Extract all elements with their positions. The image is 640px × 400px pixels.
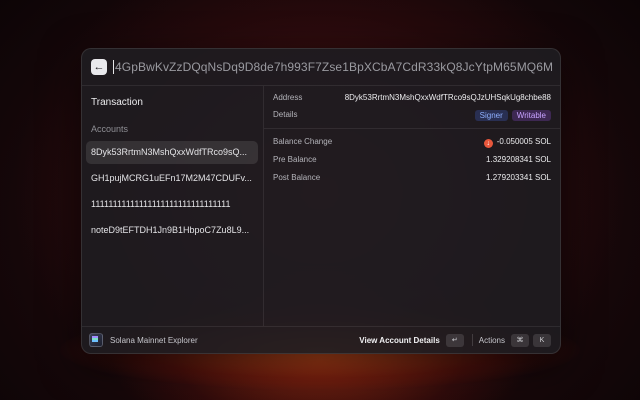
account-item-2[interactable]: 11111111111111111111111111111111 — [86, 193, 258, 216]
detail-row-details: Details Signer Writable — [273, 110, 551, 124]
account-item-3[interactable]: noteD9tEFTDH1Jn9B1HbpoC7Zu8L9... — [86, 219, 258, 242]
writable-badge: Writable — [511, 110, 551, 121]
command-palette-window: ← 4GpBwKvZzDQqNsDq9D8de7h993F7Zse1BpXCbA… — [81, 48, 561, 354]
detail-row-pre-balance: Pre Balance 1.329208341 SOL — [273, 155, 551, 169]
search-input[interactable]: 4GpBwKvZzDQqNsDq9D8de7h993F7Zse1BpXCbA7C… — [113, 60, 553, 75]
section-title-transaction: Transaction — [91, 97, 143, 108]
detail-row-address: Address 8Dyk53RrtmN3MshQxxWdfTRco9sQJzUH… — [273, 93, 551, 107]
arrow-left-icon: ← — [93, 61, 105, 73]
view-account-details-button[interactable]: View Account Details — [359, 336, 439, 345]
k-key-hint: K — [533, 333, 551, 347]
footer-bar: Solana Mainnet Explorer View Account Det… — [82, 326, 560, 353]
footer-separator — [471, 334, 473, 346]
post-balance-value: 1.279203341 SOL — [486, 173, 551, 182]
search-input-value: 4GpBwKvZzDQqNsDq9D8de7h993F7Zse1BpXCbA7C… — [115, 59, 553, 74]
back-button[interactable]: ← — [91, 59, 107, 75]
pre-balance-value: 1.329208341 SOL — [486, 155, 551, 164]
post-balance-label: Post Balance — [273, 173, 321, 182]
enter-key-hint: ↵ — [445, 333, 464, 347]
account-item-0[interactable]: 8Dyk53RrtmN3MshQxxWdfTRco9sQ... — [86, 141, 258, 164]
account-item-1[interactable]: GH1pujMCRG1uEFn17M2M47CDUFv... — [86, 167, 258, 190]
detail-row-balance-change: Balance Change ↓ -0.050005 SOL — [273, 137, 551, 151]
solana-app-icon — [89, 333, 103, 347]
app-name: Solana Mainnet Explorer — [110, 335, 198, 345]
signer-badge: Signer — [474, 110, 508, 121]
address-label: Address — [273, 93, 303, 102]
accounts-list-panel: Transaction Accounts 8Dyk53RrtmN3MshQxxW… — [82, 86, 264, 326]
search-bar: ← 4GpBwKvZzDQqNsDq9D8de7h993F7Zse1BpXCbA… — [82, 49, 560, 86]
section-label-accounts: Accounts — [91, 124, 129, 134]
balance-change-value: -0.050005 SOL — [496, 137, 551, 146]
balance-change-label: Balance Change — [273, 137, 333, 146]
details-badges: Signer Writable — [471, 110, 551, 121]
detail-row-post-balance: Post Balance 1.279203341 SOL — [273, 173, 551, 187]
details-divider — [264, 128, 560, 129]
pre-balance-label: Pre Balance — [273, 155, 317, 164]
details-label: Details — [273, 110, 298, 119]
balance-change-value-wrap: ↓ -0.050005 SOL — [483, 137, 551, 148]
address-value[interactable]: 8Dyk53RrtmN3MshQxxWdfTRco9sQJzUHSqkUg8ch… — [345, 93, 551, 102]
account-details-panel: Address 8Dyk53RrtmN3MshQxxWdfTRco9sQJzUH… — [264, 86, 560, 326]
arrow-down-circle-icon: ↓ — [483, 139, 493, 148]
text-caret — [113, 60, 114, 75]
cmd-key-hint: ⌘ — [511, 333, 529, 347]
actions-button[interactable]: Actions — [479, 336, 505, 345]
